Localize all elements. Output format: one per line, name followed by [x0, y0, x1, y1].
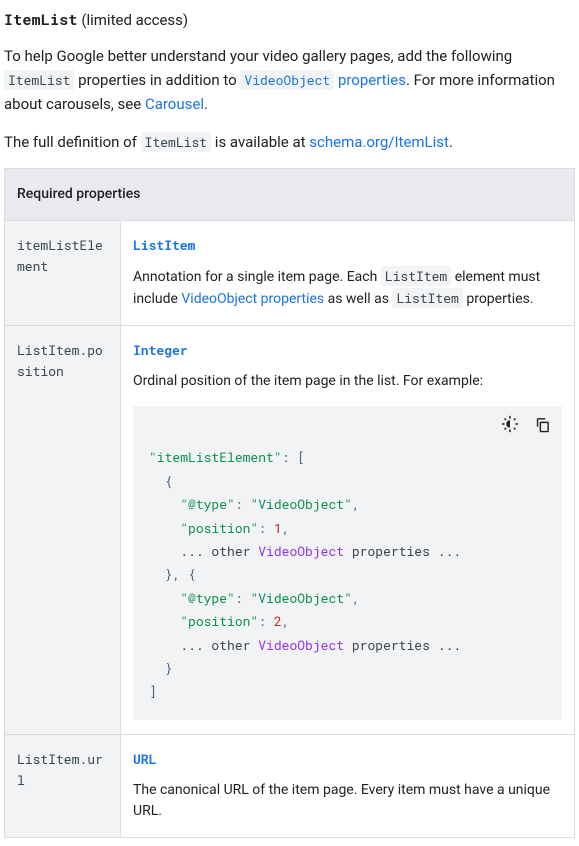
table-row: ListItem.url URL The canonical URL of th…	[5, 735, 574, 837]
table-header: Required properties	[5, 169, 574, 220]
heading-code: ItemList	[4, 10, 78, 30]
table-row: itemListElement ListItem Annotation for …	[5, 221, 574, 326]
property-description: Annotation for a single item page. Each …	[133, 266, 562, 311]
property-details: ListItem Annotation for a single item pa…	[121, 221, 574, 325]
code-example: "itemListElement": [ { "@type": "VideoOb…	[133, 406, 562, 719]
property-description: The canonical URL of the item page. Ever…	[133, 780, 562, 823]
intro-text: To help Google better understand your vi…	[4, 44, 575, 116]
property-name: ListItem.url	[5, 735, 121, 837]
property-name: ListItem.position	[5, 326, 121, 734]
table-row: ListItem.position Integer Ordinal positi…	[5, 326, 574, 735]
property-details: Integer Ordinal position of the item pag…	[121, 326, 574, 734]
schema-org-link[interactable]: schema.org/ItemList	[309, 133, 449, 151]
property-details: URL The canonical URL of the item page. …	[121, 735, 574, 837]
videoobject-props-link[interactable]: VideoObject properties	[181, 291, 324, 307]
videoobject-properties-link[interactable]: VideoObject properties	[240, 70, 406, 90]
inline-code: ItemList	[141, 132, 211, 152]
intro-text-2: The full definition of ItemList is avail…	[4, 130, 575, 154]
carousel-link[interactable]: Carousel	[145, 95, 204, 113]
type-link[interactable]: ListItem	[133, 235, 562, 256]
heading-suffix: (limited access)	[78, 11, 189, 29]
inline-code: ItemList	[4, 70, 74, 90]
type-link[interactable]: URL	[133, 749, 562, 770]
type-link[interactable]: Integer	[133, 340, 562, 361]
properties-table: Required properties itemListElement List…	[4, 168, 575, 838]
property-description: Ordinal position of the item page in the…	[133, 371, 562, 393]
theme-toggle-icon[interactable]	[500, 414, 520, 434]
property-name: itemListElement	[5, 221, 121, 325]
copy-icon[interactable]	[532, 414, 552, 434]
section-heading: ItemList (limited access)	[4, 8, 575, 32]
